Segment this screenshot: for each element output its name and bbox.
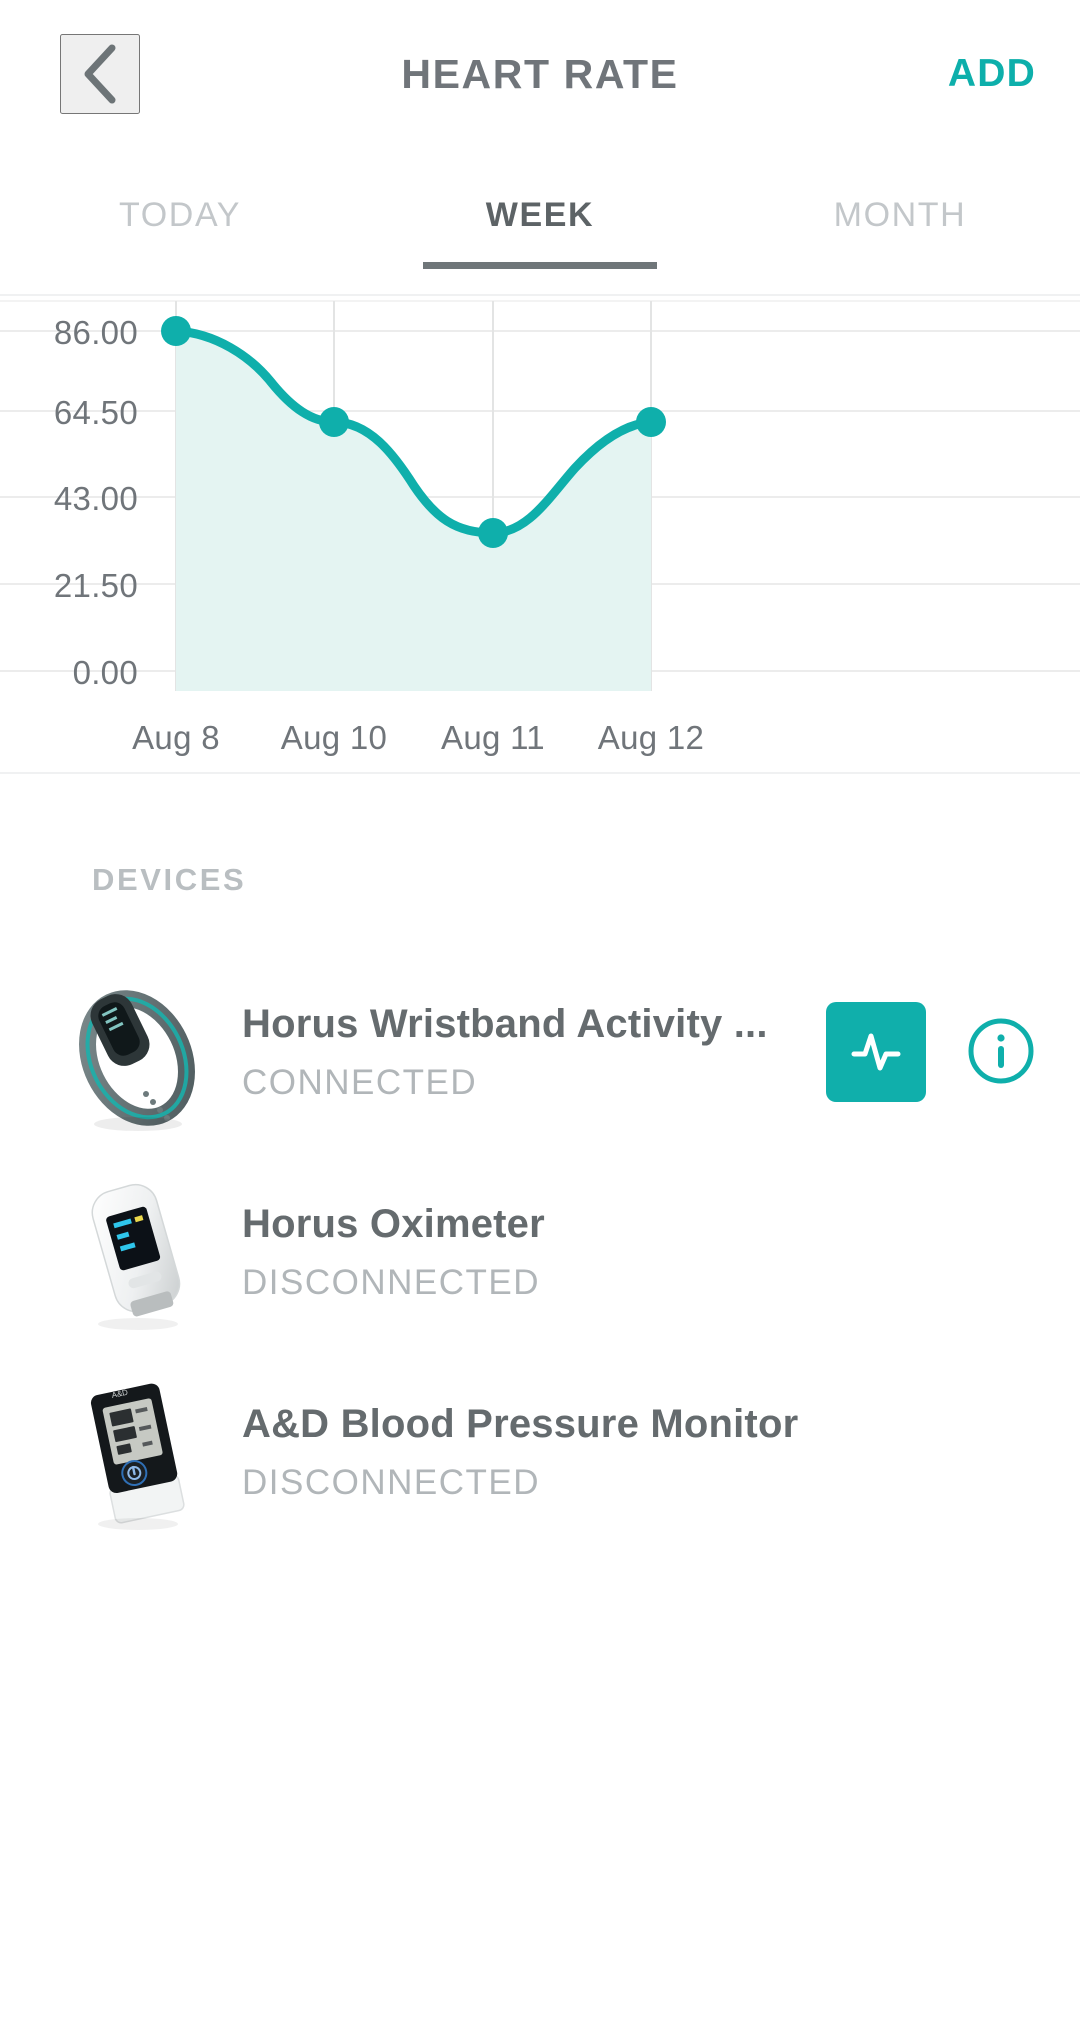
wristband-photo-icon bbox=[72, 972, 202, 1132]
oximeter-photo-icon bbox=[72, 1172, 202, 1332]
chart-point bbox=[478, 518, 508, 548]
devices-heading: DEVICES bbox=[92, 862, 247, 897]
device-info: A&D Blood Pressure Monitor DISCONNECTED bbox=[242, 1401, 826, 1503]
device-name: A&D Blood Pressure Monitor bbox=[242, 1402, 799, 1446]
device-status: DISCONNECTED bbox=[242, 1463, 541, 1502]
chart-area: 86.00 64.50 43.00 21.50 0.00 Aug 8 Aug 1… bbox=[0, 296, 1080, 776]
chevron-left-icon bbox=[80, 43, 120, 105]
chart-point bbox=[319, 407, 349, 437]
chart-area-fill bbox=[176, 331, 651, 691]
y-axis-label: 86.00 bbox=[53, 314, 138, 351]
device-row[interactable]: Horus Wristband Activity ... CONNECTED bbox=[0, 952, 1080, 1152]
devices-section: DEVICES Horus Wristband Activity ... CON… bbox=[0, 774, 1080, 1552]
tab-today[interactable]: TODAY bbox=[0, 196, 360, 269]
y-axis-label: 43.00 bbox=[53, 480, 138, 517]
device-name: Horus Wristband Activity ... bbox=[242, 1002, 768, 1046]
bp-monitor-photo-icon: A&D bbox=[72, 1372, 202, 1532]
device-row[interactable]: A&D A&D Blood Pressure Monitor DISCONNEC… bbox=[0, 1352, 1080, 1552]
app-header: HEART RATE ADD bbox=[0, 0, 1080, 148]
add-button[interactable]: ADD bbox=[948, 52, 1036, 96]
x-axis-label: Aug 12 bbox=[597, 719, 705, 756]
device-status: CONNECTED bbox=[242, 1063, 478, 1102]
device-info: Horus Wristband Activity ... CONNECTED bbox=[242, 1001, 826, 1103]
chart-point bbox=[636, 407, 666, 437]
heart-rate-line-chart bbox=[0, 300, 1080, 691]
heart-rate-chart-card: 86.00 64.50 43.00 21.50 0.00 Aug 8 Aug 1… bbox=[0, 294, 1080, 774]
period-tabs: TODAY WEEK MONTH bbox=[0, 148, 1080, 294]
back-button[interactable] bbox=[60, 34, 140, 114]
page-title: HEART RATE bbox=[401, 50, 679, 97]
tab-month[interactable]: MONTH bbox=[720, 196, 1080, 269]
y-axis-label: 0.00 bbox=[72, 654, 138, 691]
y-axis-label: 21.50 bbox=[53, 567, 138, 604]
device-info-button[interactable] bbox=[966, 1017, 1036, 1087]
tab-week[interactable]: WEEK bbox=[360, 196, 720, 269]
device-name: Horus Oximeter bbox=[242, 1202, 545, 1246]
pulse-icon bbox=[849, 1024, 903, 1081]
info-circle-icon bbox=[966, 1016, 1036, 1089]
chart-point bbox=[161, 316, 191, 346]
y-axis-label: 64.50 bbox=[53, 394, 138, 431]
device-status: DISCONNECTED bbox=[242, 1263, 541, 1302]
measure-heart-rate-button[interactable] bbox=[826, 1002, 926, 1102]
device-info: Horus Oximeter DISCONNECTED bbox=[242, 1201, 826, 1303]
device-row[interactable]: Horus Oximeter DISCONNECTED bbox=[0, 1152, 1080, 1352]
